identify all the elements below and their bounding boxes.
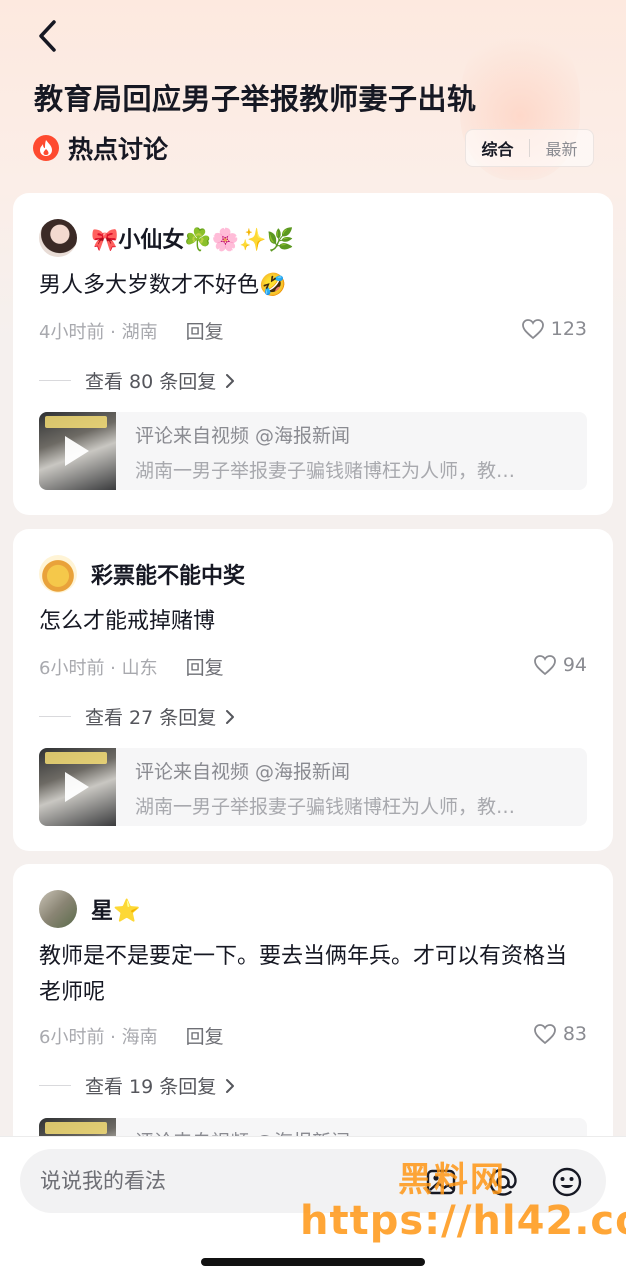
chevron-right-icon [226, 1078, 235, 1093]
comment-text: 教师是不是要定一下。要去当俩年兵。才可以有资格当老师呢 [39, 944, 568, 1005]
thumbnail-caption [45, 416, 107, 428]
play-icon [65, 436, 89, 466]
time-location: 6小时前 · 海南 [39, 1026, 158, 1048]
heart-icon [533, 1024, 556, 1045]
comment-meta: 6小时前 · 海南 回复 [39, 1022, 224, 1049]
divider-line [39, 380, 71, 381]
chevron-right-icon [226, 709, 235, 724]
thumbnail-caption [45, 752, 107, 764]
reply-button[interactable]: 回复 [186, 1022, 224, 1049]
emoji-icon[interactable] [550, 1165, 584, 1199]
replies-label: 查看 27 条回复 [85, 707, 217, 729]
section-label: 热点讨论 [68, 135, 169, 164]
video-thumbnail [39, 748, 116, 826]
video-thumbnail [39, 412, 116, 490]
sort-toggle: 综合 最新 [465, 129, 594, 167]
time-location: 4小时前 · 湖南 [39, 321, 158, 343]
divider-line [39, 1085, 71, 1086]
like-button[interactable]: 123 [521, 318, 587, 340]
comment-text: 怎么才能戒掉赌博 [39, 609, 216, 634]
comment-input[interactable]: 说说我的看法 [20, 1149, 606, 1213]
source-description: 湖南一男子举报妻子骗钱赌博枉为人师，教… [135, 796, 516, 818]
time-location: 6小时前 · 山东 [39, 657, 158, 679]
comment-card: 彩票能不能中奖 怎么才能戒掉赌博 6小时前 · 山东 回复 94 查看 27 条… [13, 529, 613, 851]
replies-label: 查看 80 条回复 [85, 371, 217, 393]
replies-label: 查看 19 条回复 [85, 1076, 217, 1098]
view-replies-button[interactable]: 查看 19 条回复 [39, 1072, 236, 1099]
image-icon[interactable] [424, 1165, 458, 1199]
comment-input-placeholder: 说说我的看法 [40, 1169, 166, 1193]
source-video-card[interactable]: 评论来自视频 @海报新闻 湖南一男子举报妻子骗钱赌博枉为人师，教… [39, 748, 587, 826]
username[interactable]: 星⭐ [91, 890, 140, 928]
like-button[interactable]: 83 [533, 1023, 587, 1045]
thumbnail-caption [45, 1122, 107, 1134]
source-description: 湖南一男子举报妻子骗钱赌博枉为人师，教… [135, 460, 516, 482]
source-title: 评论来自视频 @海报新闻 [135, 425, 351, 447]
at-icon[interactable] [486, 1165, 520, 1199]
sort-option-comprehensive[interactable]: 综合 [466, 136, 529, 160]
chevron-right-icon [226, 373, 235, 388]
sort-option-latest[interactable]: 最新 [530, 136, 593, 160]
view-replies-button[interactable]: 查看 80 条回复 [39, 367, 236, 394]
like-count: 94 [562, 654, 587, 676]
avatar[interactable] [39, 219, 77, 257]
like-count: 83 [562, 1023, 587, 1045]
avatar[interactable] [39, 555, 77, 593]
source-title: 评论来自视频 @海报新闻 [135, 761, 351, 783]
avatar[interactable] [39, 890, 77, 928]
page-title: 教育局回应男子举报教师妻子出轨 [34, 82, 477, 116]
heart-icon [521, 319, 544, 340]
reply-button[interactable]: 回复 [186, 317, 224, 344]
back-button[interactable] [28, 16, 68, 56]
heart-icon [533, 655, 556, 676]
comment-card: 🎀小仙女☘️🌸✨🌿 男人多大岁数才不好色🤣 4小时前 · 湖南 回复 123 查… [13, 193, 613, 515]
flame-icon [33, 135, 59, 161]
chevron-left-icon [39, 20, 56, 52]
section-header: 热点讨论 [32, 130, 168, 166]
comment-text: 男人多大岁数才不好色🤣 [39, 273, 287, 298]
username[interactable]: 🎀小仙女☘️🌸✨🌿 [91, 219, 294, 257]
like-button[interactable]: 94 [533, 654, 587, 676]
reply-button[interactable]: 回复 [186, 653, 224, 680]
source-video-card[interactable]: 评论来自视频 @海报新闻 湖南一男子举报妻子骗钱赌博枉为人师，教… [39, 412, 587, 490]
comment-meta: 4小时前 · 湖南 回复 [39, 317, 224, 344]
play-icon [65, 772, 89, 802]
home-indicator [201, 1258, 425, 1266]
comment-meta: 6小时前 · 山东 回复 [39, 653, 224, 680]
view-replies-button[interactable]: 查看 27 条回复 [39, 703, 236, 730]
divider-line [39, 716, 71, 717]
like-count: 123 [550, 318, 587, 340]
username[interactable]: 彩票能不能中奖 [91, 555, 245, 593]
